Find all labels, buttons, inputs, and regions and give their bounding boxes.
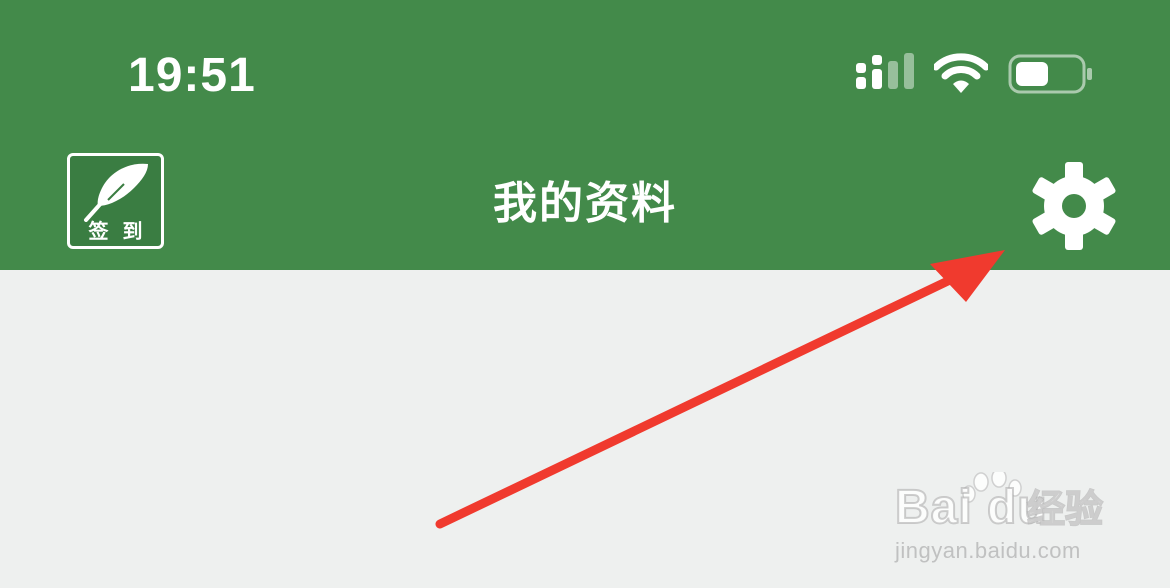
battery-icon (1008, 54, 1092, 94)
watermark-url: jingyan.baidu.com (895, 538, 1081, 563)
watermark-brand: Bai du (894, 480, 1048, 535)
watermark-brand-cn: 经验 (1026, 486, 1104, 532)
baidu-watermark: Bai du 经验 jingyan.baidu.com (894, 458, 1155, 568)
page-title: 我的资料 (493, 178, 677, 229)
app-header: 19:51 签到 我的资料 (0, 0, 1170, 270)
gear-icon[interactable] (1028, 160, 1120, 252)
status-time: 19:51 (128, 49, 256, 102)
cellular-signal-icon (856, 53, 914, 89)
wifi-icon (934, 53, 988, 93)
